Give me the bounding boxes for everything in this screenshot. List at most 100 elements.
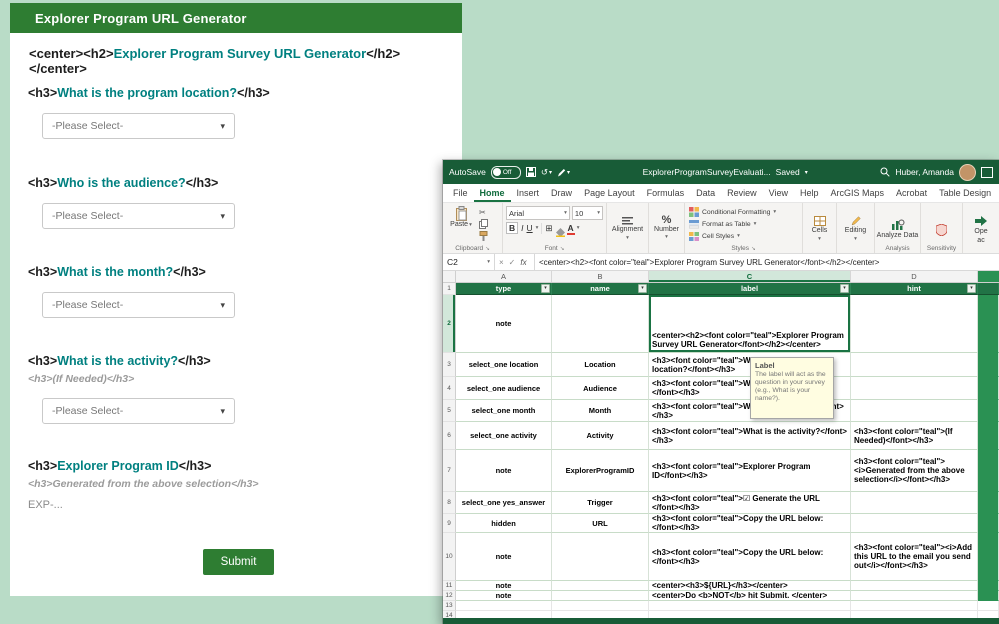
audience-select[interactable]: -Please Select- ▾ [42,203,235,229]
search-button[interactable] [880,167,890,177]
cell-B14[interactable] [552,611,649,618]
cancel-button[interactable]: × [499,258,504,267]
cell-C12[interactable]: <center>Do <b>NOT</b> hit Submit. </cent… [649,591,851,601]
location-select[interactable]: -Please Select- ▾ [42,113,235,139]
cells-button[interactable]: Cells ▾ [803,206,836,253]
format-as-table-button[interactable]: Format as Table ▾ [685,218,802,230]
cell-C9[interactable]: <h3><font color="teal">Copy the URL belo… [649,514,851,533]
cell-C7[interactable]: <h3><font color="teal">Explorer Program … [649,450,851,492]
cell-E6[interactable] [978,422,999,450]
cell-B6[interactable]: Activity [552,422,649,450]
insert-function-button[interactable]: fx [520,258,526,267]
row-header-1[interactable]: 1 [443,283,456,295]
bold-button[interactable]: B [506,222,518,234]
cut-button[interactable]: ✂ [479,207,488,217]
autosave-toggle[interactable]: Off [491,166,521,179]
select-all-corner[interactable] [443,271,456,282]
cell-E2[interactable] [978,295,999,353]
cell-A4[interactable]: select_one audience [456,377,552,400]
cell-C8[interactable]: <h3><font color="teal">☑ Generate the UR… [649,492,851,514]
underline-button[interactable]: U [527,223,533,233]
tab-view[interactable]: View [763,184,794,202]
tab-arcgis-maps[interactable]: ArcGIS Maps [825,184,891,202]
row-header-11[interactable]: 11 [443,581,456,591]
cell-C6[interactable]: <h3><font color="teal">What is the activ… [649,422,851,450]
cell-D3[interactable] [851,353,978,377]
dialog-launcher-icon[interactable]: ↘ [485,246,490,252]
cell-E1[interactable] [978,283,999,295]
cell-A7[interactable]: note [456,450,552,492]
cell-E10[interactable] [978,533,999,581]
cell-A14[interactable] [456,611,552,618]
cell-A12[interactable]: note [456,591,552,601]
cell-styles-button[interactable]: Cell Styles ▾ [685,230,802,242]
alignment-button[interactable]: Alignment ▾ [607,206,648,253]
cell-A3[interactable]: select_one location [456,353,552,377]
cell-C2-selected[interactable]: <center><h2><font color="teal">Explorer … [649,295,851,353]
cell-B11[interactable] [552,581,649,591]
user-name[interactable]: Huber, Amanda [895,167,954,177]
cell-E7[interactable] [978,450,999,492]
partial-ribbon-button[interactable]: Ope ac [963,206,999,253]
font-size-select[interactable]: 10▾ [572,206,603,220]
cell-D14[interactable] [851,611,978,618]
cell-E12[interactable] [978,591,999,601]
cell-A11[interactable]: note [456,581,552,591]
header-cell-name[interactable]: name▾ [552,283,649,295]
cell-A8[interactable]: select_one yes_answer [456,492,552,514]
cell-B4[interactable]: Audience [552,377,649,400]
filter-icon[interactable]: ▾ [967,284,976,293]
cell-E4[interactable] [978,377,999,400]
font-name-select[interactable]: Arial▾ [506,206,570,220]
cell-E5[interactable] [978,400,999,422]
row-header-13[interactable]: 13 [443,601,456,611]
copy-button[interactable] [479,219,488,229]
cell-D13[interactable] [851,601,978,611]
tab-page-layout[interactable]: Page Layout [578,184,641,202]
cell-E13[interactable] [978,601,999,611]
cell-B7[interactable]: ExplorerProgramID [552,450,649,492]
cell-D12[interactable] [851,591,978,601]
italic-button[interactable]: I [521,223,523,233]
column-header-e[interactable] [978,271,999,282]
tab-draw[interactable]: Draw [545,184,578,202]
cell-E8[interactable] [978,492,999,514]
cell-B9[interactable]: URL [552,514,649,533]
borders-button[interactable]: ⊞ [545,223,552,234]
dialog-launcher-icon[interactable]: ↘ [560,246,565,252]
row-header-2[interactable]: 2 [443,295,456,353]
row-header-7[interactable]: 7 [443,450,456,492]
cell-C10[interactable]: <h3><font color="teal">Copy the URL belo… [649,533,851,581]
header-cell-type[interactable]: type▾ [456,283,552,295]
cell-D7[interactable]: <h3><font color="teal"><i>Generated from… [851,450,978,492]
cell-B10[interactable] [552,533,649,581]
cell-E3[interactable] [978,353,999,377]
cell-D9[interactable] [851,514,978,533]
column-header-d[interactable]: D [851,271,978,282]
cell-C14[interactable] [649,611,851,618]
header-cell-hint[interactable]: hint▾ [851,283,978,295]
cell-D6[interactable]: <h3><font color="teal">(If Needed)</font… [851,422,978,450]
cell-D11[interactable] [851,581,978,591]
filter-icon[interactable]: ▾ [840,284,849,293]
row-header-5[interactable]: 5 [443,400,456,422]
tab-review[interactable]: Review [721,184,763,202]
cell-B12[interactable] [552,591,649,601]
enter-button[interactable]: ✓ [509,258,516,267]
conditional-formatting-button[interactable]: Conditional Formatting ▾ [685,206,802,218]
fill-color-button[interactable] [556,224,565,233]
name-box[interactable]: C2▾ [443,254,495,270]
cell-C13[interactable] [649,601,851,611]
ink-button[interactable]: ▾ [557,168,570,177]
row-header-4[interactable]: 4 [443,377,456,400]
formula-input[interactable]: <center><h2><font color="teal">Explorer … [535,258,999,267]
cell-A2[interactable]: note [456,295,552,353]
undo-button[interactable]: ↺▾ [541,167,552,178]
cell-C11[interactable]: <center><h3>${URL}</h3></center> [649,581,851,591]
saved-status[interactable]: Saved [776,167,800,177]
row-header-6[interactable]: 6 [443,422,456,450]
tab-file[interactable]: File [447,184,474,202]
header-cell-label[interactable]: label▾ [649,283,851,295]
filter-icon[interactable]: ▾ [638,284,647,293]
column-header-a[interactable]: A [456,271,552,282]
